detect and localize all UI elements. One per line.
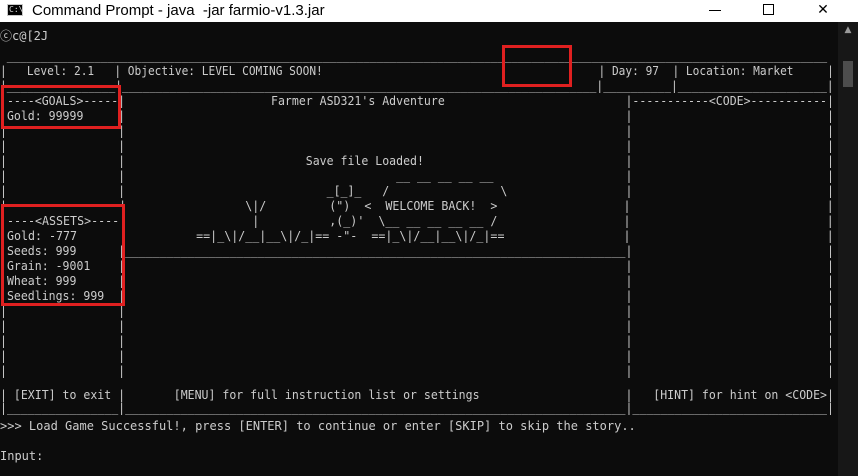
scroll-up-icon[interactable]: ▲ <box>838 22 858 39</box>
terminal-line: |Gold: -777 | ==|_\|/__|__\|/_|== -"- ==… <box>0 229 834 243</box>
status-message: >>> Load Game Successful!, press [ENTER]… <box>0 419 636 433</box>
minimize-icon <box>709 10 721 11</box>
minimize-button[interactable] <box>692 0 738 22</box>
terminal-line: | Level: 2.1 | Objective: LEVEL COMING S… <box>0 64 834 78</box>
terminal-line: | | \|/ (") < WELCOME BACK! > | | <box>0 199 834 213</box>
window-title: Command Prompt - java -jar farmio-v1.3.j… <box>32 2 325 19</box>
vertical-scrollbar[interactable]: ▲ <box>838 22 858 476</box>
terminal-line: ________________________________________… <box>0 49 834 63</box>
terminal-line: |Seeds: 999 |___________________________… <box>0 244 834 258</box>
terminal-line: |Grain: -9001 | | | <box>0 259 834 273</box>
terminal-line: | | | | <box>0 124 834 138</box>
console-output[interactable]: ⓒc@[2J _________________________________… <box>0 22 838 476</box>
terminal-line: | | | | <box>0 334 834 348</box>
terminal-line: |Wheat: 999 | | | <box>0 274 834 288</box>
terminal-line: |----<GOALS>-----| Farmer ASD321's Adven… <box>0 94 834 108</box>
maximize-button[interactable] <box>746 0 792 22</box>
terminal-line: | | _[_]_ / \ | | <box>0 184 834 198</box>
terminal-line: |________________|______________________… <box>0 401 834 415</box>
terminal-line: | | | | <box>0 349 834 363</box>
terminal-line: | | Save file Loaded! | | <box>0 154 834 168</box>
terminal-line: | | | | <box>0 364 834 378</box>
app-icon-glyph: C:\ <box>9 5 24 14</box>
terminal-line: |Seedlings: 999 | | | <box>0 289 834 303</box>
terminal-line: |________________|______________________… <box>0 79 834 93</box>
terminal-line: |Gold: 99999 | | | <box>0 109 834 123</box>
title-bar[interactable]: C:\ Command Prompt - java -jar farmio-v1… <box>0 0 858 22</box>
maximize-icon <box>763 4 774 15</box>
terminal-line: | | __ __ __ __ __ | | <box>0 169 834 183</box>
scroll-thumb[interactable] <box>843 61 853 87</box>
terminal-line: | | | | <box>0 139 834 153</box>
terminal-line: |----<ASSETS>----| | ,(_)' \__ __ __ __ … <box>0 214 834 228</box>
terminal-line: ⓒc@[2J <box>0 29 49 43</box>
command-prompt-icon[interactable]: C:\ <box>7 4 23 16</box>
close-icon: ✕ <box>817 2 829 18</box>
terminal-line: | | | | <box>0 319 834 333</box>
close-button[interactable]: ✕ <box>800 0 846 22</box>
input-prompt[interactable]: Input: <box>0 449 43 464</box>
terminal-line: | | | | <box>0 304 834 318</box>
